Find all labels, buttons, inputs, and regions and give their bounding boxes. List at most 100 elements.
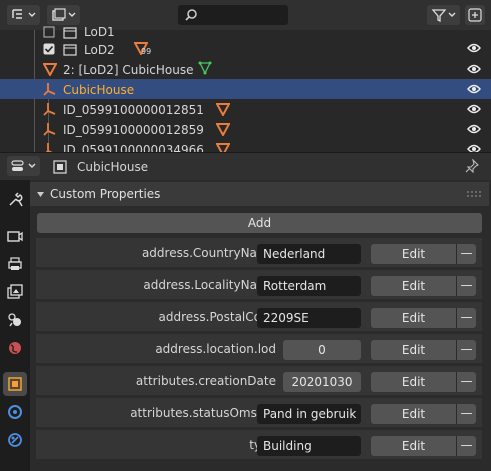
edit-property-button[interactable]: Edit xyxy=(371,276,456,296)
properties-icon xyxy=(10,160,35,171)
custom-properties-panel: Custom Properties Add address.CountryNam… xyxy=(30,180,491,471)
eye-icon[interactable] xyxy=(467,142,481,152)
remove-property-button[interactable]: — xyxy=(456,308,476,328)
property-value-field[interactable]: Nederland xyxy=(257,244,361,264)
view-layer-icon xyxy=(51,8,75,21)
output-icon xyxy=(8,257,22,270)
view-layer-icon xyxy=(7,284,23,299)
tab-object[interactable] xyxy=(3,372,27,396)
drag-handle-icon[interactable] xyxy=(466,190,482,198)
render-icon xyxy=(7,231,23,242)
tool-icon xyxy=(9,192,23,207)
outliner-row[interactable]: 2: [LoD2] CubicHouse xyxy=(0,59,491,79)
empty-axes-icon xyxy=(43,123,56,136)
tab-modifier[interactable] xyxy=(3,400,27,424)
chevron-down-icon xyxy=(37,192,44,197)
search-icon xyxy=(185,9,197,21)
tab-tool[interactable] xyxy=(3,188,27,212)
outliner-row-label: CubicHouse xyxy=(63,83,135,97)
eye-icon[interactable] xyxy=(467,82,481,96)
tab-world[interactable] xyxy=(3,336,27,360)
mesh-data-icon xyxy=(198,61,212,75)
properties-context-title: CubicHouse xyxy=(77,160,149,174)
property-row: type Building Edit — xyxy=(36,430,482,460)
outliner-row-label: ID_0599100000034966 xyxy=(63,143,204,152)
remove-property-button[interactable]: — xyxy=(456,404,476,424)
properties-tabs xyxy=(0,180,30,471)
empty-axes-icon xyxy=(45,143,53,152)
tab-physics[interactable] xyxy=(3,428,27,452)
property-row: attributes.creationDate 20201030 Edit — xyxy=(36,366,482,396)
property-key: attributes.creationDate xyxy=(135,374,276,388)
edit-property-button[interactable]: Edit xyxy=(371,308,456,328)
property-row: address.CountryName Nederland Edit — xyxy=(36,238,482,268)
outliner-row-label: ID_0599100000012851 xyxy=(63,103,204,117)
outliner-icon xyxy=(11,9,35,19)
outliner-row[interactable]: LoD2 99 xyxy=(0,39,491,59)
scene-icon xyxy=(8,313,21,327)
remove-property-button[interactable]: — xyxy=(456,340,476,360)
remove-property-button[interactable]: — xyxy=(456,276,476,296)
remove-property-button[interactable]: — xyxy=(456,244,476,264)
eye-icon[interactable] xyxy=(467,62,481,76)
outliner-row-label: LoD2 xyxy=(84,43,115,57)
box-icon xyxy=(43,26,55,38)
collection-icon xyxy=(63,27,77,39)
edit-property-button[interactable]: Edit xyxy=(371,244,456,264)
object-count-badge: 99 xyxy=(141,47,152,56)
property-value-field[interactable]: Pand in gebruik xyxy=(257,404,361,424)
remove-property-button[interactable]: — xyxy=(456,372,476,392)
eye-icon[interactable] xyxy=(467,122,481,136)
property-value-field[interactable]: Building xyxy=(257,436,361,456)
object-data-icon xyxy=(53,160,67,174)
property-value-field[interactable]: 2209SE xyxy=(257,308,361,328)
tab-render[interactable] xyxy=(3,224,27,248)
eye-icon[interactable] xyxy=(467,102,481,116)
property-row: address.LocalityName Rotterdam Edit — xyxy=(36,270,482,300)
eye-icon[interactable] xyxy=(467,41,481,55)
add-property-button[interactable]: Add xyxy=(37,213,482,233)
physics-icon xyxy=(8,433,22,447)
property-row: address.PostalCode 2209SE Edit — xyxy=(36,302,482,332)
properties-header: CubicHouse xyxy=(0,152,491,180)
filter-icon xyxy=(431,9,455,22)
empty-axes-icon xyxy=(43,83,56,96)
outliner-row[interactable]: ID_0599100000012859 xyxy=(0,119,491,139)
mesh-triangle-icon xyxy=(216,103,230,116)
property-row: address.location.lod 0 Edit — xyxy=(36,334,482,364)
object-mesh-icon xyxy=(43,63,57,76)
tab-output[interactable] xyxy=(3,252,27,276)
property-value-number[interactable]: 20201030 xyxy=(283,372,361,392)
property-value-field[interactable]: Rotterdam xyxy=(257,276,361,296)
remove-property-button[interactable]: — xyxy=(456,436,476,456)
pin-icon[interactable] xyxy=(465,159,479,173)
mesh-triangle-icon xyxy=(216,143,230,152)
new-collection-icon xyxy=(468,8,482,22)
outliner-editor: LoD1 LoD2 99 2: [LoD2] CubicHouse CubicH… xyxy=(0,0,491,152)
edit-property-button[interactable]: Edit xyxy=(371,404,456,424)
world-icon xyxy=(9,342,21,354)
checkbox-checked-icon[interactable] xyxy=(43,43,55,55)
outliner-row-label: LoD1 xyxy=(84,25,115,39)
panel-header[interactable]: Custom Properties xyxy=(30,182,489,206)
edit-property-button[interactable]: Edit xyxy=(371,372,456,392)
outliner-row[interactable]: ID_0599100000012851 xyxy=(0,99,491,119)
mesh-triangle-icon xyxy=(216,123,230,136)
empty-axes-icon xyxy=(43,103,56,116)
outliner-row-label: ID_0599100000012859 xyxy=(63,123,204,137)
tab-scene[interactable] xyxy=(3,308,27,332)
edit-property-button[interactable]: Edit xyxy=(371,436,456,456)
outliner-row-label: 2: [LoD2] CubicHouse xyxy=(63,63,194,77)
collection-icon xyxy=(63,44,77,56)
tab-view-layer[interactable] xyxy=(3,280,27,304)
panel-title: Custom Properties xyxy=(50,187,161,201)
property-key: attributes.statusOmschr xyxy=(130,406,276,420)
edit-property-button[interactable]: Edit xyxy=(371,340,456,360)
outliner-row[interactable]: ID_0599100000034966 xyxy=(0,139,491,152)
modifier-icon xyxy=(8,405,22,419)
outliner-row-selected[interactable]: CubicHouse xyxy=(0,79,491,99)
editor-type-button[interactable] xyxy=(7,156,40,176)
property-key: address.location.lod xyxy=(155,342,276,356)
property-key: address.CountryName xyxy=(141,246,276,260)
property-value-number[interactable]: 0 xyxy=(283,340,361,360)
